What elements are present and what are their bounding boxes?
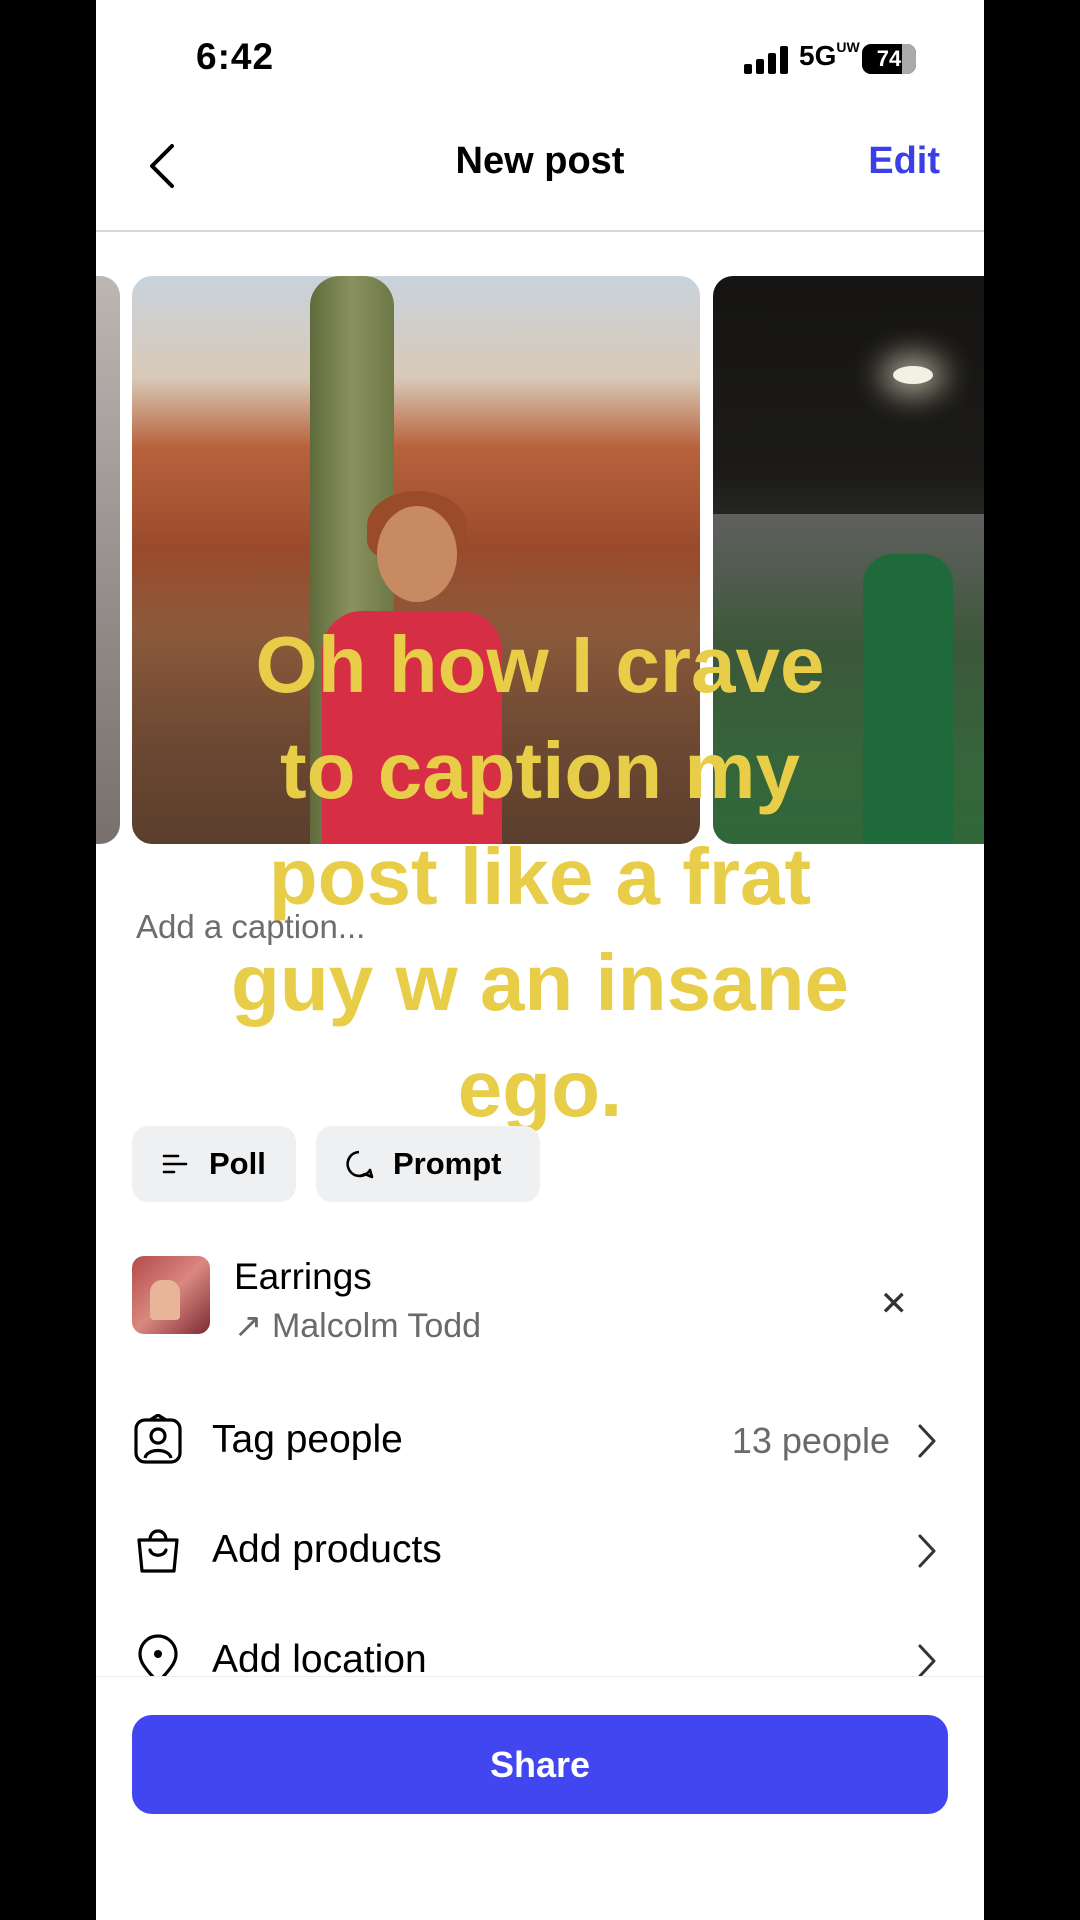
add-products-row[interactable]: Add products bbox=[132, 1510, 948, 1590]
signal-strength-icon bbox=[744, 46, 792, 74]
prompt-bubble-icon bbox=[346, 1150, 374, 1179]
status-bar: 6:42 5GUW 74 bbox=[96, 0, 984, 110]
prompt-button[interactable]: Prompt bbox=[316, 1126, 540, 1202]
artist-arrow-icon: ↗ bbox=[234, 1307, 263, 1345]
page-title: New post bbox=[455, 140, 625, 182]
tag-people-label: Tag people bbox=[212, 1418, 403, 1461]
location-pin-icon bbox=[138, 1634, 178, 1676]
top-navigation-bar: New post Edit bbox=[96, 110, 984, 232]
song-title: Earrings bbox=[234, 1256, 372, 1297]
add-location-row[interactable]: Add location bbox=[132, 1630, 948, 1676]
edit-button[interactable]: Edit bbox=[868, 140, 940, 183]
share-button[interactable]: Share bbox=[132, 1715, 948, 1814]
poll-button[interactable]: Poll bbox=[132, 1126, 296, 1202]
tag-people-icon bbox=[134, 1414, 182, 1464]
poll-label: Poll bbox=[209, 1146, 266, 1181]
scroll-clip: Add location bbox=[96, 1630, 984, 1676]
shopping-bag-icon bbox=[137, 1529, 179, 1573]
network-label: 5G bbox=[799, 40, 837, 71]
poll-icon bbox=[162, 1154, 188, 1174]
network-sup: UW bbox=[836, 39, 860, 55]
chevron-right-icon bbox=[918, 1424, 936, 1458]
footer-divider bbox=[96, 1676, 984, 1677]
phone-screen: 6:42 5GUW 74 New post Edit Add a caption… bbox=[96, 0, 984, 1920]
add-location-label: Add location bbox=[212, 1638, 427, 1676]
chevron-right-icon bbox=[918, 1534, 936, 1568]
remove-music-close-icon[interactable]: ✕ bbox=[880, 1284, 909, 1324]
song-artist: ↗ Malcolm Todd bbox=[234, 1306, 481, 1346]
tag-people-count: 13 people bbox=[731, 1420, 890, 1461]
battery-icon: 74 bbox=[862, 44, 916, 74]
network-type: 5GUW bbox=[799, 40, 860, 72]
artist-name: Malcolm Todd bbox=[271, 1307, 482, 1345]
song-artwork bbox=[132, 1256, 210, 1334]
tag-people-row[interactable]: Tag people 13 people bbox=[132, 1400, 948, 1480]
selected-music-row[interactable]: Earrings ↗ Malcolm Todd ✕ bbox=[132, 1256, 948, 1345]
prompt-label: Prompt bbox=[393, 1146, 502, 1181]
carousel-photo-previous[interactable] bbox=[96, 276, 120, 844]
status-time: 6:42 bbox=[196, 36, 275, 77]
battery-level: 74 bbox=[876, 46, 902, 71]
chevron-right-icon bbox=[918, 1644, 936, 1676]
add-products-label: Add products bbox=[212, 1528, 442, 1571]
video-overlay-text: Oh how I crave to caption my post like a… bbox=[231, 620, 849, 1133]
